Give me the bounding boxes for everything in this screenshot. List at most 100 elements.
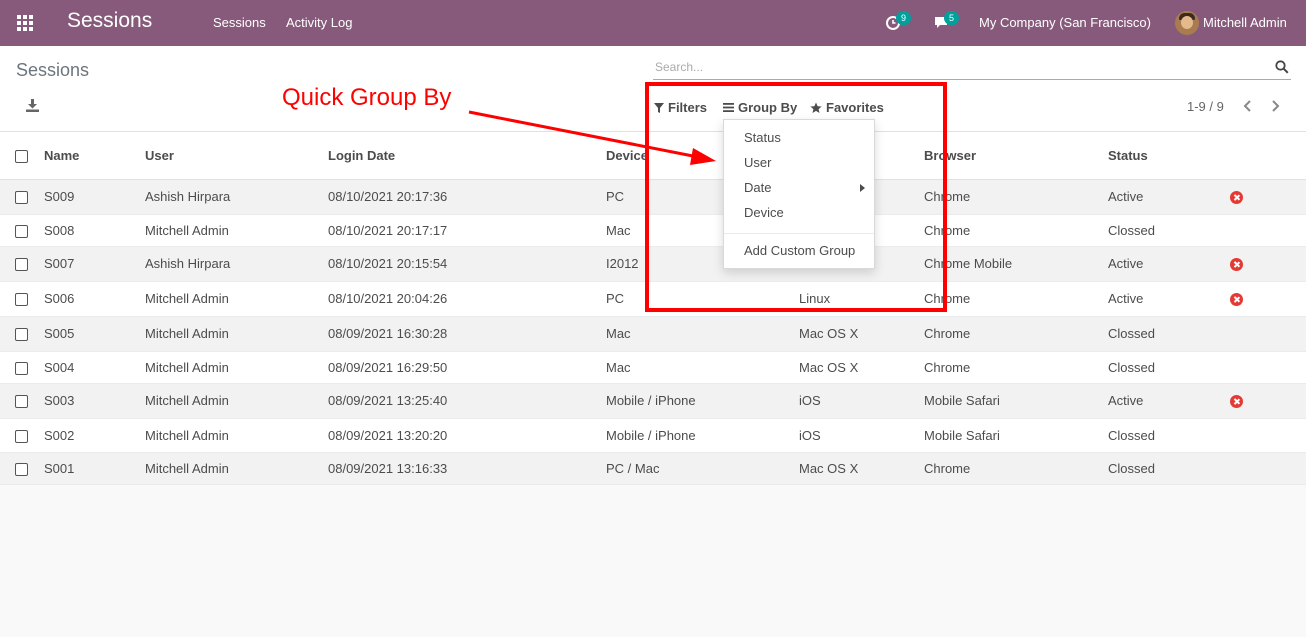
table-row[interactable]: S003 Mitchell Admin 08/09/2021 13:25:40 Mob…: [0, 383, 1306, 419]
terminate-session-icon[interactable]: [1230, 395, 1243, 409]
row-action-cell: [1220, 246, 1306, 282]
menu-sessions[interactable]: Sessions: [213, 15, 266, 30]
row-name: S005: [44, 326, 75, 341]
row-device: Mac: [606, 326, 631, 341]
row-status-cell: Clossed: [1105, 214, 1220, 247]
favorites-button[interactable]: Favorites: [810, 100, 884, 115]
row-checkbox[interactable]: [15, 224, 28, 238]
groupby-item-date[interactable]: Date: [744, 180, 771, 195]
row-login-date-cell: 08/09/2021 13:25:40: [324, 383, 603, 419]
row-status: Clossed: [1108, 427, 1155, 443]
table-row[interactable]: S008 Mitchell Admin 08/10/2021 20:17:17 Mac…: [0, 214, 1306, 247]
row-user: Ashish Hirpara: [145, 256, 231, 271]
pager-value[interactable]: 1-9 / 9: [1187, 99, 1224, 114]
table-row[interactable]: S007 Ashish Hirpara 08/10/2021 20:15:54 I20…: [0, 246, 1306, 282]
table-row[interactable]: S006 Mitchell Admin 08/10/2021 20:04:26 PC L…: [0, 281, 1306, 317]
column-header-device[interactable]: Device: [606, 148, 648, 163]
table-row[interactable]: S004 Mitchell Admin 08/09/2021 16:29:50 Mac…: [0, 351, 1306, 384]
row-name: S006: [44, 291, 75, 306]
row-os: Mac OS X: [799, 359, 859, 375]
table-row[interactable]: S005 Mitchell Admin 08/09/2021 16:30:28 Mac…: [0, 316, 1306, 352]
company-switcher[interactable]: My Company (San Francisco): [979, 15, 1151, 30]
column-header-browser[interactable]: Browser: [924, 148, 976, 163]
row-checkbox[interactable]: [15, 328, 28, 342]
row-device: PC / Mac: [606, 460, 660, 476]
row-user-cell: Mitchell Admin: [141, 418, 324, 453]
row-user-cell: Mitchell Admin: [141, 281, 324, 317]
user-menu[interactable]: Mitchell Admin: [1203, 15, 1287, 30]
activity-clock-icon[interactable]: 9: [885, 11, 911, 32]
row-browser-cell: Mobile Safari: [920, 418, 1105, 453]
terminate-session-icon[interactable]: [1230, 191, 1243, 205]
search-bar: [653, 56, 1291, 80]
row-checkbox[interactable]: [15, 258, 28, 272]
filter-icon: [654, 102, 664, 113]
row-checkbox[interactable]: [15, 191, 28, 205]
search-input[interactable]: [655, 58, 1255, 76]
row-login-date-cell: 08/09/2021 16:30:28: [324, 316, 603, 352]
row-action-cell: [1220, 179, 1306, 215]
table-row[interactable]: S002 Mitchell Admin 08/09/2021 13:20:20 Mob…: [0, 418, 1306, 453]
messages-count-badge: 5: [944, 11, 959, 25]
messages-chat-icon[interactable]: 5: [933, 11, 959, 32]
group-by-button[interactable]: Group By: [723, 100, 797, 115]
app-title: Sessions: [67, 9, 153, 32]
chevron-right-icon[interactable]: [1267, 98, 1283, 114]
row-login-date: 08/10/2021 20:04:26: [328, 291, 448, 306]
row-os: iOS: [799, 427, 821, 443]
add-custom-group[interactable]: Add Custom Group: [744, 243, 855, 258]
dropdown-divider: [724, 233, 874, 234]
user-avatar[interactable]: [1175, 11, 1199, 35]
row-status: Active: [1108, 256, 1144, 271]
select-all-checkbox[interactable]: [15, 149, 28, 163]
search-icon[interactable]: [1275, 60, 1289, 74]
row-browser: Chrome: [924, 291, 971, 306]
column-header-login-date[interactable]: Login Date: [328, 148, 395, 163]
row-status-cell: Active: [1105, 383, 1220, 419]
row-status-cell: Clossed: [1105, 351, 1220, 384]
row-checkbox[interactable]: [15, 361, 28, 375]
row-user-cell: Mitchell Admin: [141, 214, 324, 247]
chevron-left-icon[interactable]: [1240, 98, 1256, 114]
download-icon[interactable]: [26, 99, 39, 112]
row-checkbox[interactable]: [15, 429, 28, 443]
row-login-date: 08/10/2021 20:15:54: [328, 256, 448, 271]
row-name: S007: [44, 256, 75, 271]
row-browser-cell: Chrome: [920, 281, 1105, 317]
filters-button[interactable]: Filters: [654, 100, 707, 115]
row-browser-cell: Chrome: [920, 214, 1105, 247]
row-name: S003: [44, 393, 75, 408]
row-user-cell: Ashish Hirpara: [141, 179, 324, 215]
row-status: Active: [1108, 393, 1144, 408]
column-header-name[interactable]: Name: [44, 148, 79, 163]
row-user-cell: Mitchell Admin: [141, 351, 324, 384]
row-user: Mitchell Admin: [145, 291, 229, 306]
row-login-date: 08/09/2021 13:20:20: [328, 427, 448, 443]
row-status: Active: [1108, 189, 1144, 204]
row-device-cell: PC: [603, 281, 795, 317]
caret-right-icon: [860, 184, 865, 192]
row-status-cell: Active: [1105, 179, 1220, 215]
terminate-session-icon[interactable]: [1230, 293, 1243, 307]
column-header-user[interactable]: User: [145, 148, 174, 163]
row-checkbox[interactable]: [15, 293, 28, 307]
row-browser-cell: Chrome: [920, 316, 1105, 352]
table-row[interactable]: S001 Mitchell Admin 08/09/2021 13:16:33 PC …: [0, 452, 1306, 485]
terminate-session-icon[interactable]: [1230, 258, 1243, 272]
row-name-cell: S003: [40, 383, 141, 419]
groupby-item-device[interactable]: Device: [744, 205, 784, 220]
row-name-cell: S001: [40, 452, 141, 485]
row-device: Mobile / iPhone: [606, 427, 696, 443]
table-row[interactable]: S009 Ashish Hirpara 08/10/2021 20:17:36 PC C…: [0, 179, 1306, 215]
groupby-item-status[interactable]: Status: [744, 130, 781, 145]
row-status: Clossed: [1108, 460, 1155, 476]
column-header-status[interactable]: Status: [1108, 148, 1148, 163]
row-checkbox[interactable]: [15, 395, 28, 409]
menu-activity-log[interactable]: Activity Log: [286, 15, 352, 30]
favorites-label: Favorites: [826, 100, 884, 115]
groupby-item-user[interactable]: User: [744, 155, 771, 170]
row-checkbox[interactable]: [15, 462, 28, 476]
row-browser-cell: Chrome: [920, 179, 1105, 215]
apps-menu-icon[interactable]: [17, 15, 33, 31]
row-browser: Mobile Safari: [924, 427, 1000, 443]
